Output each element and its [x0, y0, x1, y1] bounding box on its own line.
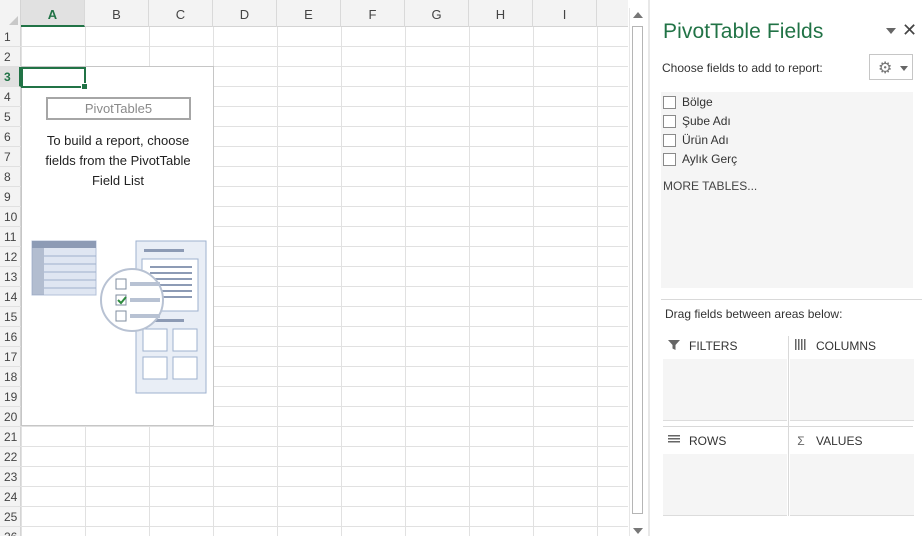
- columns-area[interactable]: COLUMNS: [790, 337, 914, 423]
- rows-icon: [667, 434, 681, 448]
- columns-area-header: COLUMNS: [794, 337, 876, 355]
- filters-label: FILTERS: [689, 339, 738, 353]
- field-item-urun-adi[interactable]: Ürün Adı: [663, 131, 729, 149]
- pivot-table-name: PivotTable5: [46, 97, 191, 120]
- pane-separator[interactable]: [661, 299, 922, 300]
- values-area-header: Σ VALUES: [794, 432, 862, 450]
- row-header-2[interactable]: 2: [0, 47, 21, 67]
- chevron-down-icon[interactable]: [886, 28, 896, 34]
- row-header-4[interactable]: 4: [0, 87, 21, 107]
- tools-button[interactable]: ⚙: [869, 54, 913, 80]
- rows-drop-zone[interactable]: [663, 454, 787, 516]
- field-item-sube-adi[interactable]: Şube Adı: [663, 112, 731, 130]
- rows-label: ROWS: [689, 434, 727, 448]
- row-header-11[interactable]: 11: [0, 227, 21, 247]
- spreadsheet[interactable]: ABCDEFGHI 1 2 3 4 5 6 7 8 9 10 11 12 13 14 15 16 17 18 19 2…: [0, 0, 628, 536]
- field-label: Şube Adı: [682, 114, 731, 128]
- row-header-26[interactable]: 26: [0, 527, 21, 536]
- drag-fields-label: Drag fields between areas below:: [665, 307, 843, 321]
- row-headers: 1 2 3 4 5 6 7 8 9 10 11 12 13 14 15 16 17 18 19 20 21 22 23 24 2…: [0, 27, 21, 536]
- row-header-25[interactable]: 25: [0, 507, 21, 527]
- row-header-21[interactable]: 21: [0, 427, 21, 447]
- row-header-15[interactable]: 15: [0, 307, 21, 327]
- field-label: Aylık Gerç: [682, 152, 738, 166]
- column-header-b[interactable]: B: [85, 0, 149, 27]
- more-tables-link[interactable]: MORE TABLES...: [663, 179, 757, 193]
- column-header-d[interactable]: D: [213, 0, 277, 27]
- selected-cell[interactable]: [21, 67, 88, 90]
- row-header-19[interactable]: 19: [0, 387, 21, 407]
- row-header-17[interactable]: 17: [0, 347, 21, 367]
- field-item-aylik-gerc[interactable]: Aylık Gerç: [663, 150, 737, 168]
- vertical-scrollbar[interactable]: [629, 8, 645, 536]
- sigma-icon: Σ: [797, 434, 805, 448]
- values-area[interactable]: Σ VALUES: [790, 432, 914, 518]
- rows-area-header: ROWS: [667, 432, 726, 450]
- row-header-22[interactable]: 22: [0, 447, 21, 467]
- field-label: Ürün Adı: [682, 133, 729, 147]
- row-header-9[interactable]: 9: [0, 187, 21, 207]
- row-header-24[interactable]: 24: [0, 487, 21, 507]
- row-header-18[interactable]: 18: [0, 367, 21, 387]
- field-list: Bölge Şube Adı Ürün Adı Aylık Gerç MORE …: [661, 92, 913, 288]
- row-header-23[interactable]: 23: [0, 467, 21, 487]
- column-header-e[interactable]: E: [277, 0, 341, 27]
- gear-icon: ⚙: [878, 60, 893, 77]
- field-checkbox[interactable]: [663, 114, 676, 128]
- row-header-10[interactable]: 10: [0, 207, 21, 227]
- pivot-table-hint: To build a report, choose fields from th…: [45, 133, 191, 188]
- rows-area[interactable]: ROWS: [663, 432, 787, 518]
- dropdown-arrow-icon: [900, 66, 908, 71]
- row-header-7[interactable]: 7: [0, 147, 21, 167]
- field-checkbox[interactable]: [663, 95, 676, 109]
- values-drop-zone[interactable]: [790, 454, 914, 516]
- filter-icon: [667, 339, 681, 354]
- pivot-illustration: [31, 240, 207, 394]
- field-checkbox[interactable]: [663, 133, 676, 147]
- filters-area[interactable]: FILTERS: [663, 337, 787, 423]
- select-all-corner[interactable]: [0, 0, 21, 27]
- field-checkbox[interactable]: [663, 152, 676, 166]
- row-header-8[interactable]: 8: [0, 167, 21, 187]
- pane-title: PivotTable Fields: [663, 20, 824, 43]
- column-header-a[interactable]: A: [21, 0, 85, 27]
- column-header-i[interactable]: I: [533, 0, 597, 27]
- pivot-fields-pane: PivotTable Fields ✕ Choose fields to add…: [650, 0, 922, 536]
- area-divider-horizontal: [663, 426, 913, 427]
- row-header-5[interactable]: 5: [0, 107, 21, 127]
- column-header-g[interactable]: G: [405, 0, 469, 27]
- row-header-6[interactable]: 6: [0, 127, 21, 147]
- columns-drop-zone[interactable]: [790, 359, 914, 421]
- values-label: VALUES: [816, 434, 863, 448]
- field-item-bolge[interactable]: Bölge: [663, 93, 713, 111]
- row-header-12[interactable]: 12: [0, 247, 21, 267]
- scroll-down-icon[interactable]: [633, 528, 643, 534]
- choose-fields-label: Choose fields to add to report:: [662, 61, 823, 75]
- scroll-up-icon[interactable]: [633, 12, 643, 18]
- filters-area-header: FILTERS: [667, 337, 737, 355]
- scroll-thumb[interactable]: [632, 26, 643, 514]
- column-header-h[interactable]: H: [469, 0, 533, 27]
- row-header-14[interactable]: 14: [0, 287, 21, 307]
- columns-label: COLUMNS: [816, 339, 877, 353]
- row-header-3[interactable]: 3: [0, 67, 21, 87]
- column-header-f[interactable]: F: [341, 0, 405, 27]
- pivot-table-placeholder[interactable]: PivotTable5 To build a report, choose fi…: [21, 66, 214, 426]
- filters-drop-zone[interactable]: [663, 359, 787, 421]
- columns-icon: [794, 339, 808, 353]
- row-header-20[interactable]: 20: [0, 407, 21, 427]
- field-label: Bölge: [682, 95, 713, 109]
- row-header-13[interactable]: 13: [0, 267, 21, 287]
- close-icon[interactable]: ✕: [902, 20, 917, 40]
- column-headers: ABCDEFGHI: [0, 0, 628, 27]
- row-header-16[interactable]: 16: [0, 327, 21, 347]
- column-header-c[interactable]: C: [149, 0, 213, 27]
- row-header-1[interactable]: 1: [0, 27, 21, 47]
